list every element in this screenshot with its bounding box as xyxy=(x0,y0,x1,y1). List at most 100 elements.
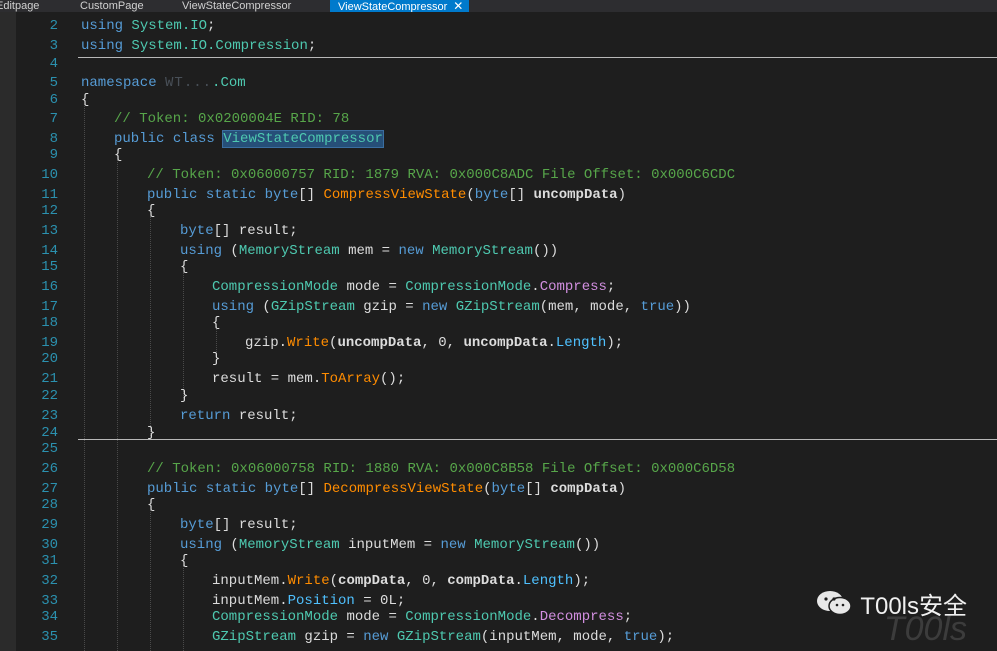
code-text: mode = xyxy=(346,279,397,295)
code-line[interactable]: CompressionMode mode = CompressionMode.D… xyxy=(212,608,632,626)
tab-viewstatecompressor-active[interactable]: ViewStateCompressor ✕ xyxy=(330,0,470,12)
code-line[interactable]: { xyxy=(81,91,89,109)
code-line[interactable]: result = mem.ToArray(); xyxy=(212,370,405,388)
parameter: compData xyxy=(447,573,515,589)
code-line[interactable]: gzip.Write(uncompData, 0, uncompData.Len… xyxy=(245,334,623,352)
punct: . xyxy=(547,335,556,351)
code-text: mode = xyxy=(346,609,397,625)
tab-viewstatecompressor[interactable]: ViewStateCompressor xyxy=(182,0,291,12)
code-text: inputMem = xyxy=(348,537,433,553)
code-line[interactable]: byte[] result; xyxy=(180,222,298,240)
keyword: namespace xyxy=(81,75,157,91)
class-name-highlighted[interactable]: ViewStateCompressor xyxy=(222,130,384,148)
tab-label: Editpage xyxy=(0,0,40,12)
code-line[interactable]: using System.IO; xyxy=(81,17,215,35)
line-number: 28 xyxy=(41,497,58,513)
code-text: gzip = xyxy=(304,629,355,645)
line-number: 5 xyxy=(49,75,58,91)
punct: ( xyxy=(262,299,271,315)
keyword: public xyxy=(147,187,198,203)
keyword: new xyxy=(440,537,466,553)
comment-line[interactable]: // Token: 0x06000758 RID: 1880 RVA: 0x00… xyxy=(147,460,735,478)
code-text: mem = xyxy=(348,243,391,259)
code-line[interactable]: using System.IO.Compression; xyxy=(81,37,316,55)
code-text: (mem, mode, xyxy=(539,299,633,315)
code-line[interactable]: using (MemoryStream mem = new MemoryStre… xyxy=(180,242,558,260)
line-number: 23 xyxy=(41,408,58,424)
punct: [] xyxy=(298,187,316,203)
line-number: 7 xyxy=(49,111,58,127)
code-line[interactable]: return result; xyxy=(180,407,298,425)
punct: ()) xyxy=(574,537,601,553)
type: CompressionMode xyxy=(405,279,532,295)
code-line[interactable]: } xyxy=(147,424,155,442)
punct: ( xyxy=(230,537,239,553)
type: CompressionMode xyxy=(405,609,532,625)
code-line[interactable]: { xyxy=(147,496,155,514)
code-line[interactable]: { xyxy=(180,552,188,570)
type: GZipStream xyxy=(396,629,481,645)
line-number: 22 xyxy=(41,388,58,404)
punct: ( xyxy=(329,573,339,589)
line-number: 26 xyxy=(41,461,58,477)
code-line[interactable]: } xyxy=(212,350,220,368)
code-line[interactable]: public class ViewStateCompressor xyxy=(114,130,384,148)
method-name[interactable]: DecompressViewState xyxy=(323,481,483,497)
code-line[interactable]: CompressionMode mode = CompressionMode.C… xyxy=(212,278,615,296)
property: Position xyxy=(287,593,355,609)
method-name: ToArray xyxy=(321,371,381,387)
code-line[interactable]: { xyxy=(114,146,122,164)
keyword: using xyxy=(180,243,223,259)
code-line[interactable]: { xyxy=(147,202,155,220)
code-line[interactable]: using (GZipStream gzip = new GZipStream(… xyxy=(212,298,691,316)
type: GZipStream xyxy=(455,299,540,315)
code-line[interactable]: inputMem.Write(compData, 0, compData.Len… xyxy=(212,572,590,590)
indent-guide xyxy=(117,160,118,651)
code-line[interactable]: using (MemoryStream inputMem = new Memor… xyxy=(180,536,600,554)
block-separator xyxy=(78,439,997,440)
code-line[interactable]: public static byte[] DecompressViewState… xyxy=(147,480,626,498)
method-name: Write xyxy=(287,335,330,351)
line-number: 35 xyxy=(41,629,58,645)
close-tab-icon[interactable]: ✕ xyxy=(453,0,463,12)
tab-custompage[interactable]: CustomPage xyxy=(80,0,144,12)
code-line[interactable]: byte[] result; xyxy=(180,516,298,534)
keyword: using xyxy=(81,38,124,54)
method-name[interactable]: CompressViewState xyxy=(323,187,466,203)
line-number: 3 xyxy=(49,38,58,54)
comment-line[interactable]: // Token: 0x06000757 RID: 1879 RVA: 0x00… xyxy=(147,166,735,184)
type: byte xyxy=(474,187,509,203)
type: byte xyxy=(491,481,526,497)
punct: (); xyxy=(380,371,406,387)
type: GZipStream xyxy=(270,299,355,315)
code-line[interactable]: } xyxy=(180,387,188,405)
indent-guide xyxy=(183,272,184,398)
punct: ; xyxy=(623,609,633,625)
code-text: [] result; xyxy=(213,517,298,533)
tab-label: ViewStateCompressor xyxy=(182,0,292,12)
keyword: static xyxy=(205,481,257,497)
tab-label: ViewStateCompressor xyxy=(338,1,448,12)
keyword: new xyxy=(363,629,389,645)
punct: . xyxy=(531,279,540,295)
type: byte xyxy=(264,187,299,203)
wechat-icon xyxy=(816,589,853,617)
tab-editpage[interactable]: Editpage xyxy=(0,0,39,12)
method-name: Write xyxy=(287,573,330,589)
code-text: = 0L; xyxy=(363,593,406,609)
code-line[interactable]: { xyxy=(212,314,220,332)
code-line[interactable]: { xyxy=(180,258,188,276)
type: MemoryStream xyxy=(238,243,340,259)
property: Length xyxy=(555,335,607,351)
line-number: 20 xyxy=(41,351,58,367)
comment-line[interactable]: // Token: 0x0200004E RID: 78 xyxy=(114,110,349,128)
punct: ( xyxy=(483,481,492,497)
keyword: true xyxy=(623,629,658,645)
code-line[interactable]: public static byte[] CompressViewState(b… xyxy=(147,186,626,204)
type: byte xyxy=(180,517,214,533)
namespace-name: System.IO xyxy=(131,18,208,34)
keyword: using xyxy=(180,537,223,553)
code-line[interactable]: GZipStream gzip = new GZipStream(inputMe… xyxy=(212,628,674,646)
code-line[interactable]: namespace WT....Com xyxy=(81,74,246,92)
code-editor[interactable]: 2 3 4 5 6 7 8 9 10 11 12 13 14 15 16 17 … xyxy=(0,12,997,651)
